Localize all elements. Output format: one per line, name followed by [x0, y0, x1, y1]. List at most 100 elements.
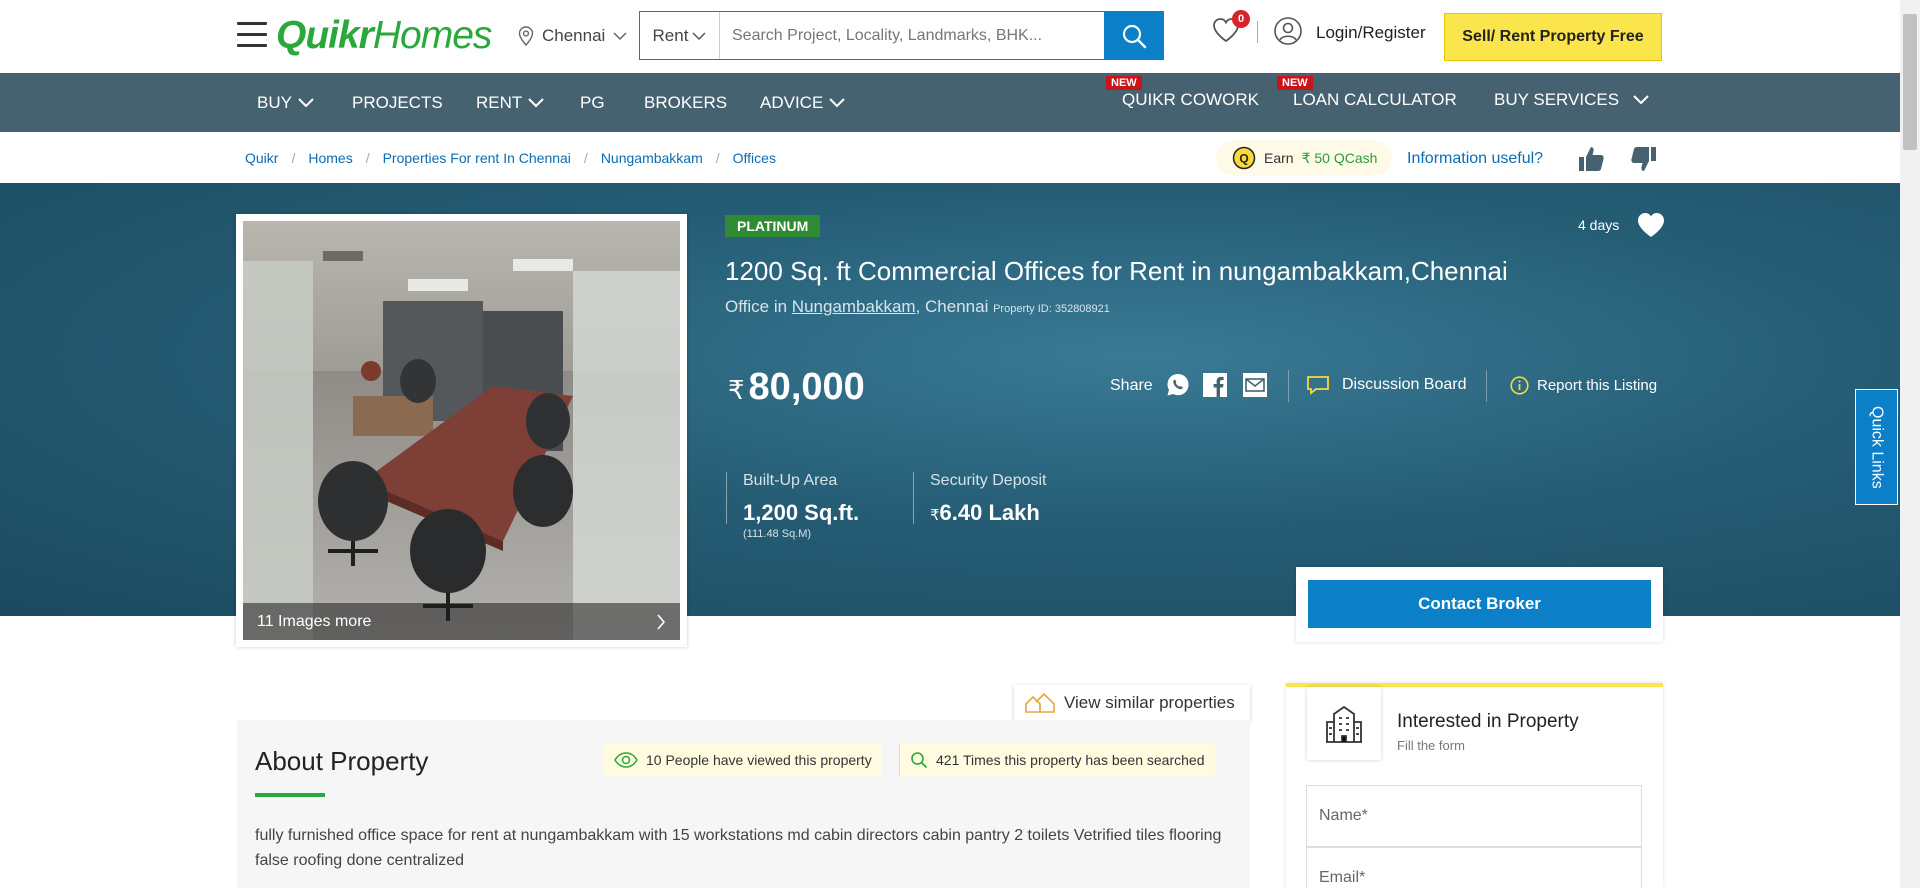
- price-value: 80,000: [748, 366, 865, 408]
- nav-buy[interactable]: BUY: [257, 73, 314, 132]
- breadcrumb-separator: /: [583, 150, 588, 166]
- breadcrumb-offices[interactable]: Offices: [733, 150, 776, 166]
- built-up-area-value: 1,200 Sq.ft.: [743, 500, 860, 525]
- contact-broker-button[interactable]: Contact Broker: [1308, 580, 1651, 628]
- posted-ago-label: 4 days: [1578, 217, 1620, 233]
- favourite-heart-icon[interactable]: [1636, 211, 1666, 239]
- views-count-label: 10 People have viewed this property: [646, 752, 872, 768]
- images-more-bar[interactable]: 11 Images more: [243, 603, 680, 640]
- nav-projects-label: PROJECTS: [352, 92, 443, 112]
- security-deposit-value: ₹6.40 Lakh: [930, 500, 1047, 526]
- search-button[interactable]: [1104, 12, 1163, 59]
- nav-buy-services[interactable]: BUY SERVICES: [1494, 70, 1649, 129]
- breadcrumb-nungambakkam[interactable]: Nungambakkam: [601, 150, 703, 166]
- images-more-label: 11 Images more: [257, 612, 372, 630]
- hamburger-menu-icon[interactable]: [237, 22, 267, 48]
- thumbs-up-icon[interactable]: [1576, 144, 1606, 174]
- built-up-area-label: Built-Up Area: [743, 472, 838, 489]
- logo-quikr-text: Quikr: [276, 14, 374, 57]
- security-deposit-label: Security Deposit: [930, 472, 1047, 489]
- chevron-down-icon: [1633, 94, 1649, 104]
- whatsapp-icon[interactable]: [1165, 372, 1191, 398]
- nav-buy-label: BUY: [257, 92, 292, 112]
- logo-homes-text: Homes: [372, 14, 493, 57]
- built-up-area-sqm: (111.48 Sq.M): [743, 528, 812, 540]
- heading-underline: [255, 793, 325, 797]
- qcash-prefix: Earn: [1264, 150, 1294, 166]
- built-up-area-stat: Built-Up Area 1,200 Sq.ft. (111.48 Sq.M): [726, 472, 860, 540]
- scrollbar-thumb[interactable]: [1903, 14, 1917, 150]
- nav-quikr-cowork[interactable]: QUIKR COWORK: [1122, 70, 1259, 129]
- main-navbar: BUY PROJECTS RENT PG BROKERS ADVICE NEW …: [0, 73, 1900, 132]
- chevron-down-icon: [829, 97, 846, 107]
- listing-title: 1200 Sq. ft Commercial Offices for Rent …: [725, 256, 1508, 286]
- city-label: Chennai: [542, 26, 606, 45]
- security-deposit-stat: Security Deposit ₹6.40 Lakh: [913, 472, 1047, 526]
- nav-pg[interactable]: PG: [580, 73, 605, 132]
- nav-projects[interactable]: PROJECTS: [352, 73, 443, 132]
- email-field[interactable]: [1306, 847, 1642, 888]
- view-similar-properties-button[interactable]: View similar properties: [1014, 685, 1250, 721]
- interested-subheading: Fill the form: [1397, 738, 1465, 753]
- search-type-label: Rent: [652, 25, 689, 45]
- page: QuikrHomes Chennai Rent 0 Login/Register…: [0, 0, 1920, 888]
- contact-broker-card: Contact Broker: [1296, 567, 1663, 642]
- property-description: fully furnished office space for rent at…: [255, 827, 1222, 869]
- locality-link[interactable]: Nungambakkam: [792, 297, 916, 316]
- listing-subtitle: Office in Nungambakkam, Chennai Property…: [725, 297, 1110, 317]
- property-photo-card[interactable]: 11 Images more: [236, 214, 687, 647]
- breadcrumb-homes[interactable]: Homes: [308, 150, 352, 166]
- about-property-heading: About Property: [255, 746, 429, 776]
- login-register-link[interactable]: Login/Register: [1316, 23, 1426, 43]
- interested-heading: Interested in Property: [1397, 711, 1579, 732]
- wishlist-count-badge: 0: [1232, 10, 1250, 28]
- search-input[interactable]: [720, 12, 1104, 59]
- search-type-dropdown[interactable]: Rent: [640, 12, 720, 59]
- report-listing-label: Report this Listing: [1537, 377, 1658, 394]
- nav-buy-services-label: BUY SERVICES: [1494, 89, 1620, 109]
- search-count-label: 421 Times this property has been searche…: [936, 752, 1205, 768]
- email-icon[interactable]: [1242, 372, 1268, 398]
- nav-advice[interactable]: ADVICE: [760, 73, 846, 132]
- breadcrumb-quikr[interactable]: Quikr: [245, 150, 278, 166]
- thumbs-down-icon[interactable]: [1629, 144, 1659, 174]
- share-label: Share: [1110, 377, 1153, 394]
- share-divider: [1288, 370, 1289, 402]
- houses-icon: [1025, 692, 1055, 713]
- nav-loan-label: LOAN CALCULATOR: [1293, 89, 1457, 109]
- office-room-photo: [243, 221, 680, 640]
- chevron-down-icon: [298, 97, 314, 107]
- building-icon: [1326, 705, 1362, 743]
- information-useful-label: Information useful?: [1407, 150, 1544, 167]
- property-id: Property ID: 352808921: [993, 303, 1110, 315]
- nav-rent-label: RENT: [476, 92, 523, 112]
- quick-links-tab[interactable]: Quick Links: [1855, 389, 1898, 505]
- interested-form-card: Interested in Property Fill the form: [1286, 683, 1663, 888]
- quikrhomes-logo[interactable]: QuikrHomes: [276, 14, 493, 58]
- nav-rent[interactable]: RENT: [476, 73, 544, 132]
- deposit-rupee-symbol: ₹: [930, 507, 940, 524]
- facebook-icon[interactable]: [1202, 372, 1228, 398]
- discussion-board-link[interactable]: Discussion Board: [1306, 374, 1467, 396]
- report-divider: [1486, 370, 1487, 402]
- chat-bubble-icon: [1307, 376, 1329, 395]
- breadcrumb-separator: /: [715, 150, 720, 166]
- building-icon-box: [1307, 687, 1381, 760]
- nav-brokers[interactable]: BROKERS: [644, 73, 727, 132]
- search-icon: [911, 752, 928, 769]
- about-property-section: About Property 10 People have viewed thi…: [237, 720, 1250, 888]
- sell-rent-property-button[interactable]: Sell/ Rent Property Free: [1444, 13, 1662, 61]
- header-divider: [1257, 21, 1258, 43]
- qcash-earn-badge: Q Earn ₹ 50 QCash: [1216, 140, 1392, 176]
- name-field[interactable]: [1306, 785, 1642, 847]
- user-icon[interactable]: [1273, 16, 1303, 46]
- property-photo[interactable]: 11 Images more: [243, 221, 680, 640]
- platinum-badge: PLATINUM: [725, 215, 821, 237]
- city-selector[interactable]: Chennai: [518, 26, 627, 46]
- breadcrumb-separator: /: [291, 150, 296, 166]
- report-listing-link[interactable]: Report this Listing: [1510, 376, 1657, 395]
- breadcrumb-rent-chennai[interactable]: Properties For rent In Chennai: [383, 150, 571, 166]
- nav-loan-calculator[interactable]: LOAN CALCULATOR: [1293, 70, 1457, 129]
- view-similar-label: View similar properties: [1064, 693, 1235, 712]
- search-icon: [1122, 24, 1146, 48]
